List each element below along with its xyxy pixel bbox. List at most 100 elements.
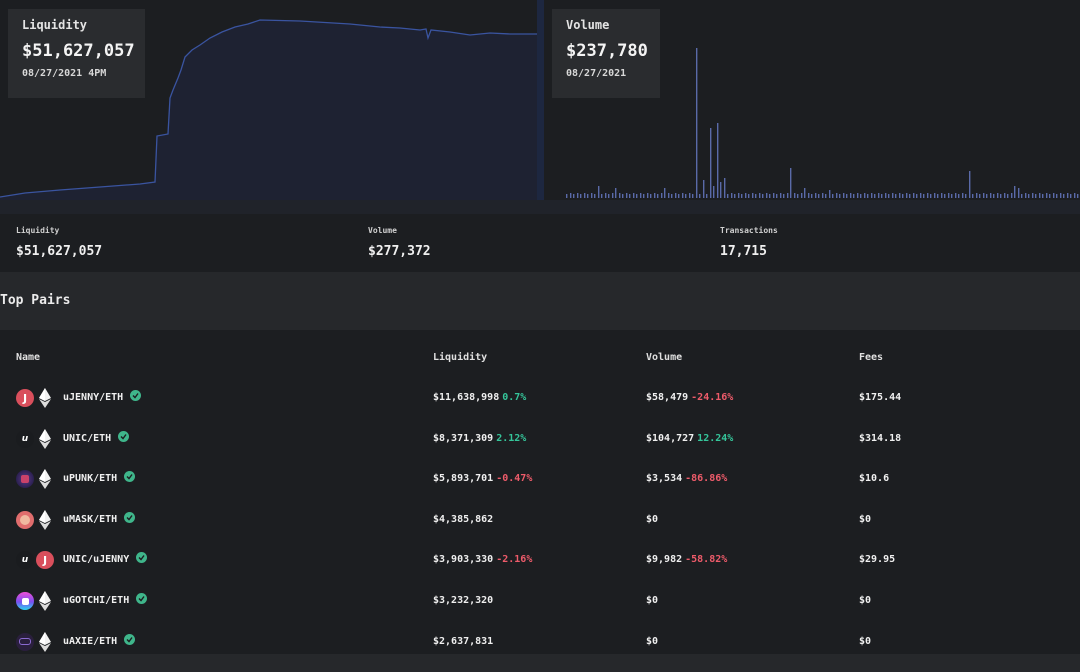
volume-tooltip-label: Volume [566,18,610,32]
table-row[interactable]: u J UNIC/uJENNY $3,903,330 -2.16% $9,982 -58.8… [0,550,1080,590]
pair-name[interactable]: uGOTCHI/ETH [63,591,148,611]
column-header-volume[interactable]: Volume [646,352,682,363]
pair-name[interactable]: uMASK/ETH [63,510,136,530]
volume-bar [748,194,750,198]
pair-name[interactable]: uPUNK/ETH [63,469,136,489]
pair-name-label: uGOTCHI/ETH [63,595,130,606]
volume-bar [881,194,883,198]
volume-bar [965,194,967,198]
eth-icon [38,631,52,652]
section-title-top-pairs: Top Pairs [0,293,71,308]
table-row[interactable]: JuJENNY/ETH $11,638,998 0.7% $58,479 -24.16%… [0,388,1080,428]
table-row[interactable]: uMASK/ETH $4,385,862 $0 $0 [0,509,1080,550]
volume-chart[interactable]: Volume $237,780 08/27/2021 [544,0,1080,200]
volume-bar [1007,194,1009,198]
liquidity-cell-change: 0.7% [502,392,527,403]
liquidity-cell: $4,385,862 [433,510,493,530]
liquidity-chart[interactable]: Liquidity $51,627,057 08/27/2021 4PM [0,0,537,200]
volume-bar [1056,194,1058,198]
eth-icon [38,591,52,611]
liquidity-tooltip-value: $51,627,057 [22,41,135,61]
volume-bar [916,194,918,198]
volume-bar [1032,193,1034,198]
jenny-token-icon: J [36,551,54,570]
volume-bar [909,194,911,198]
volume-cell: $104,727 12.24% [646,429,733,449]
pair-name[interactable]: UNIC/ETH [63,429,130,449]
volume-bar [927,193,929,198]
fees-cell-value: $0 [859,513,872,525]
liquidity-tooltip-label: Liquidity [22,18,88,32]
table-row[interactable]: uPUNK/ETH $5,893,701 -0.47% $3,534 -86.86% $1… [0,469,1080,509]
pair-name[interactable]: uJENNY/ETH [63,388,142,408]
volume-bar [874,194,876,198]
pair-name[interactable]: UNIC/uJENNY [63,550,148,570]
table-row[interactable]: u UNIC/ETH $8,371,309 2.12% $104,727 12.24% $3… [0,428,1080,469]
volume-bar [1049,194,1051,198]
table-row[interactable]: uGOTCHI/ETH $3,232,320 $0 $0 [0,591,1080,631]
jenny-token-icon: J [16,389,34,407]
volume-bar [948,193,950,198]
volume-bar [647,193,649,198]
liquidity-tooltip: Liquidity $51,627,057 08/27/2021 4PM [8,9,145,98]
volume-bar [895,194,897,198]
volume-cell-change: 12.24% [697,432,734,444]
volume-cell-value: $0 [646,595,659,606]
volume-bar [580,194,582,198]
stat-transactions-value: 17,715 [720,244,767,259]
pair-name[interactable]: uAXIE/ETH [63,632,136,652]
column-header-fees[interactable]: Fees [859,352,883,363]
volume-bar [650,194,652,198]
volume-bar [1014,186,1016,198]
column-header-name[interactable]: Name [16,352,40,363]
volume-bar [769,194,771,198]
volume-bar [706,194,708,198]
volume-bar [944,194,946,198]
volume-bar [843,193,845,198]
fees-cell: $29.95 [859,550,895,570]
volume-bar [839,194,841,198]
verified-check-icon [124,511,136,523]
volume-bar [640,193,642,198]
liquidity-cell: $5,893,701 -0.47% [433,469,532,489]
verified-check-icon [136,552,148,564]
eth-icon [38,509,52,530]
fees-cell: $0 [859,510,871,530]
volume-cell-value: $0 [646,513,659,525]
volume-bar [570,193,572,198]
fees-cell-value: $314.18 [859,432,902,444]
unic-token-icon: u [16,551,34,570]
volume-bar [780,193,782,198]
volume-bar [860,194,862,198]
volume-bar [1028,194,1030,198]
volume-bar [888,194,890,198]
volume-cell-value: $58,479 [646,392,689,403]
pair-name-label: UNIC/uJENNY [63,554,130,566]
liquidity-cell-value: $5,893,701 [433,473,494,485]
volume-bar [986,194,988,198]
liquidity-cell-change: -0.47% [496,473,533,485]
fees-cell-value: $10.6 [859,473,890,485]
volume-bar [713,186,715,198]
volume-bar [720,182,722,198]
volume-bar [587,194,589,198]
mask-token-icon [16,510,34,529]
volume-bar [710,128,712,198]
column-header-liquidity[interactable]: Liquidity [433,352,487,363]
volume-bar [668,193,670,198]
volume-bar [1025,193,1027,198]
eth-icon [38,469,52,490]
volume-bar [1004,193,1006,198]
chart-baseline-strip [0,200,1080,214]
volume-bar [906,193,908,198]
volume-bar [983,193,985,198]
volume-bar [867,194,869,198]
volume-cell-change: -58.82% [685,554,728,566]
liquidity-cell-value: $2,637,831 [433,635,494,647]
volume-bar [766,193,768,198]
table-row[interactable]: uAXIE/ETH $2,637,831 $0 $0 [0,631,1080,672]
volume-bar [703,180,705,198]
volume-bar [955,193,957,198]
fees-cell: $0 [859,591,871,611]
liquidity-cell-value: $8,371,309 [433,432,494,444]
